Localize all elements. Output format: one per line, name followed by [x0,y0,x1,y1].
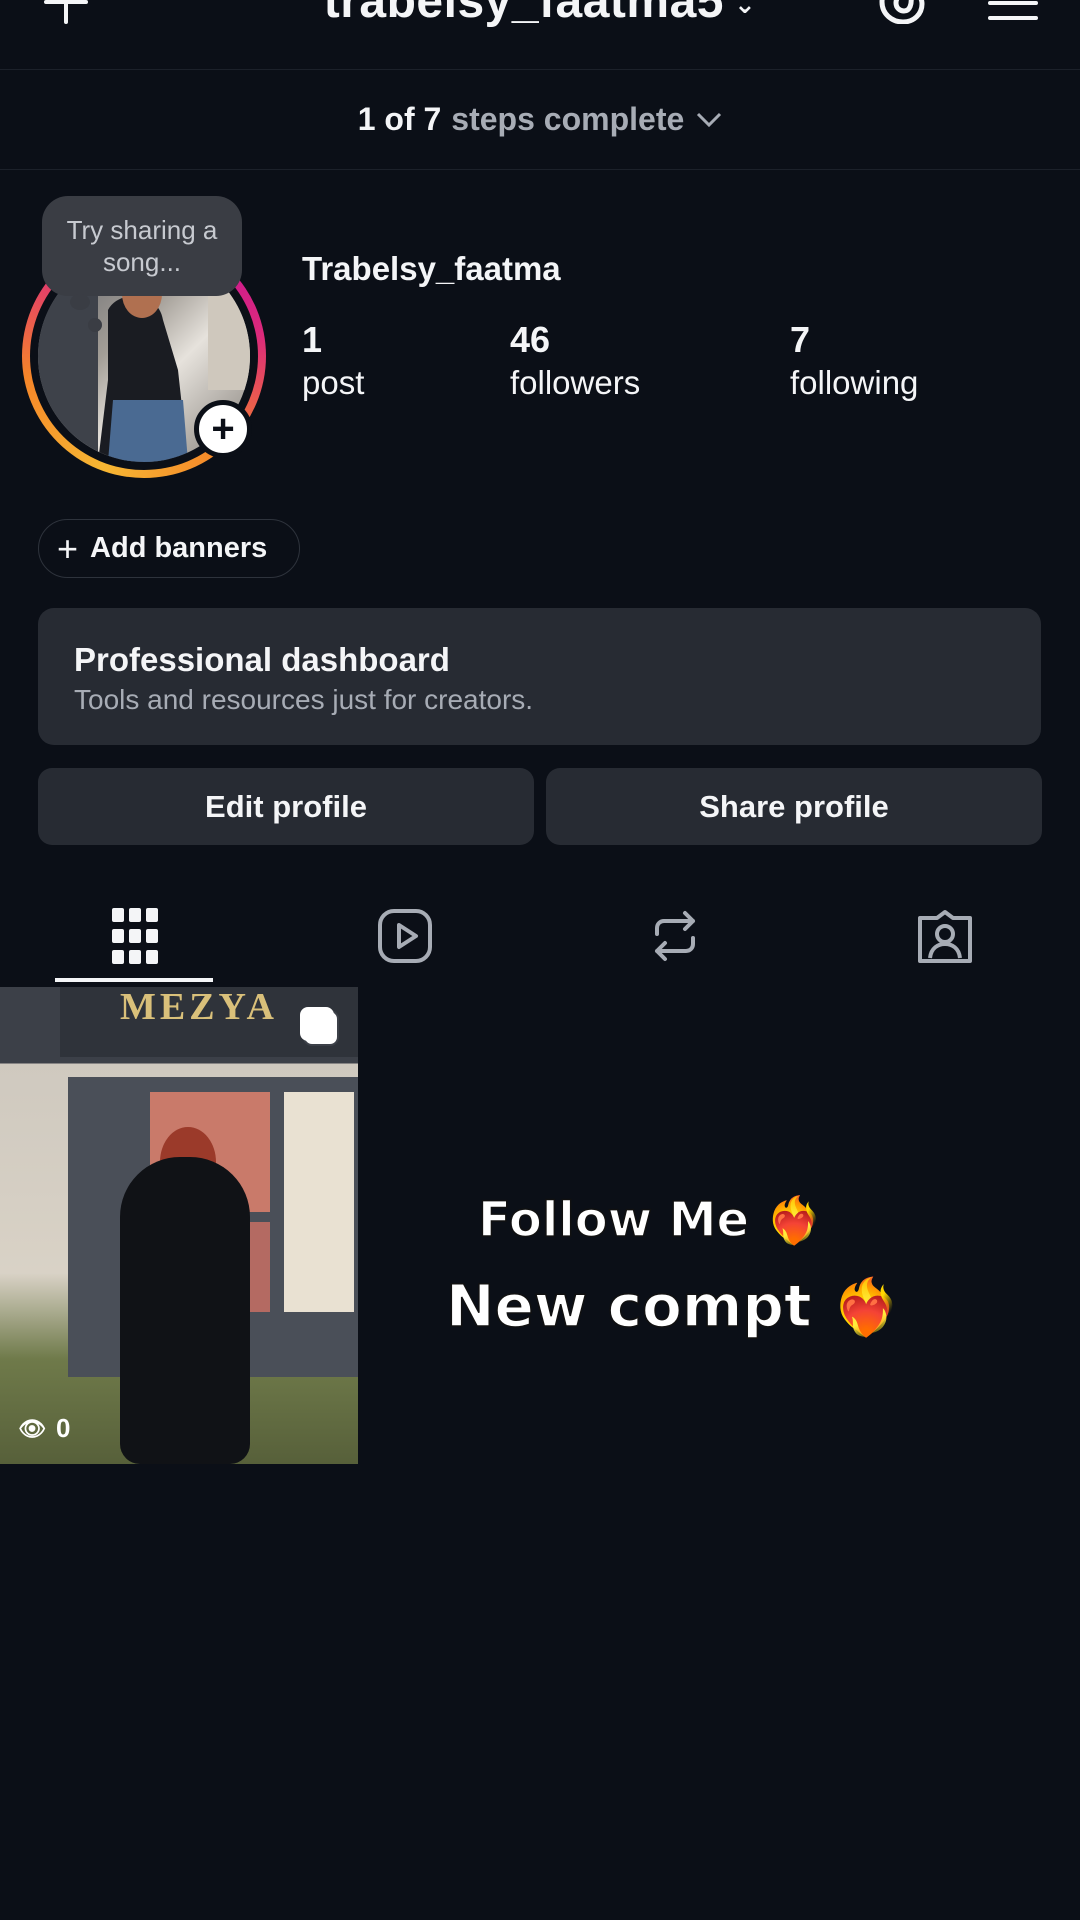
followers-stat[interactable]: 46 followers [510,318,640,404]
posts-label: post [302,364,365,401]
professional-dashboard-card[interactable]: Professional dashboard Tools and resourc… [38,608,1041,745]
following-stat[interactable]: 7 following [790,318,918,404]
add-banners-label: Add banners [90,532,268,564]
add-banners-button[interactable]: + Add banners [38,519,300,578]
tab-tagged[interactable] [810,888,1080,984]
grid-icon [112,908,158,964]
post-subject [120,1157,250,1464]
profile-steps-banner[interactable]: 1 of 7 steps complete [0,70,1080,170]
threads-icon[interactable] [876,0,930,24]
plus-icon: + [57,527,79,569]
reels-icon [378,909,432,963]
edit-profile-button[interactable]: Edit profile [38,768,534,845]
carousel-icon [300,1007,334,1041]
display-name: Trabelsy_faatma [302,250,561,287]
top-bar: trabelsy_faatma5 ⌄ [0,0,1080,70]
heart-on-fire-icon: ❤️‍🔥 [765,1194,823,1247]
song-prompt-bubble[interactable]: Try sharing a song... [42,196,242,296]
overlay-text-line2: New compt ❤️‍🔥 [445,1271,901,1341]
heart-on-fire-icon: ❤️‍🔥 [831,1275,901,1339]
followers-label: followers [510,364,641,401]
followers-count: 46 [510,319,551,360]
following-count: 7 [790,319,811,360]
posts-count: 1 [302,319,323,360]
grid-post[interactable]: MEZYA 👁 0 [0,987,358,1464]
profile-screen: trabelsy_faatma5 ⌄ 1 of 7 steps complete [0,0,1080,1920]
share-profile-button[interactable]: Share profile [546,768,1042,845]
steps-count: 1 of 7 [357,101,442,137]
hamburger-menu-icon[interactable] [988,0,1038,20]
chevron-down-icon: ⌄ [733,0,757,19]
tab-reposts[interactable] [540,888,810,984]
dashboard-title: Professional dashboard [74,641,450,678]
tab-reels[interactable] [270,888,540,984]
username-title: trabelsy_faatma5 [323,0,724,28]
posts-stat[interactable]: 1 post [302,318,364,404]
steps-label: steps complete [451,101,685,137]
following-label: following [790,364,919,401]
eye-icon: 👁 [18,1415,46,1441]
add-story-button[interactable]: + [194,400,252,458]
chevron-down-icon [697,112,722,127]
overlay-text-line1: Follow Me ❤️‍🔥 [477,1191,823,1249]
post-views: 👁 0 [18,1413,70,1444]
active-tab-indicator [55,978,213,982]
post-view-count: 0 [55,1413,71,1443]
dashboard-subtitle: Tools and resources just for creators. [74,684,534,715]
reposts-icon [655,911,695,961]
tab-posts[interactable] [0,888,270,984]
tagged-icon [918,910,972,963]
